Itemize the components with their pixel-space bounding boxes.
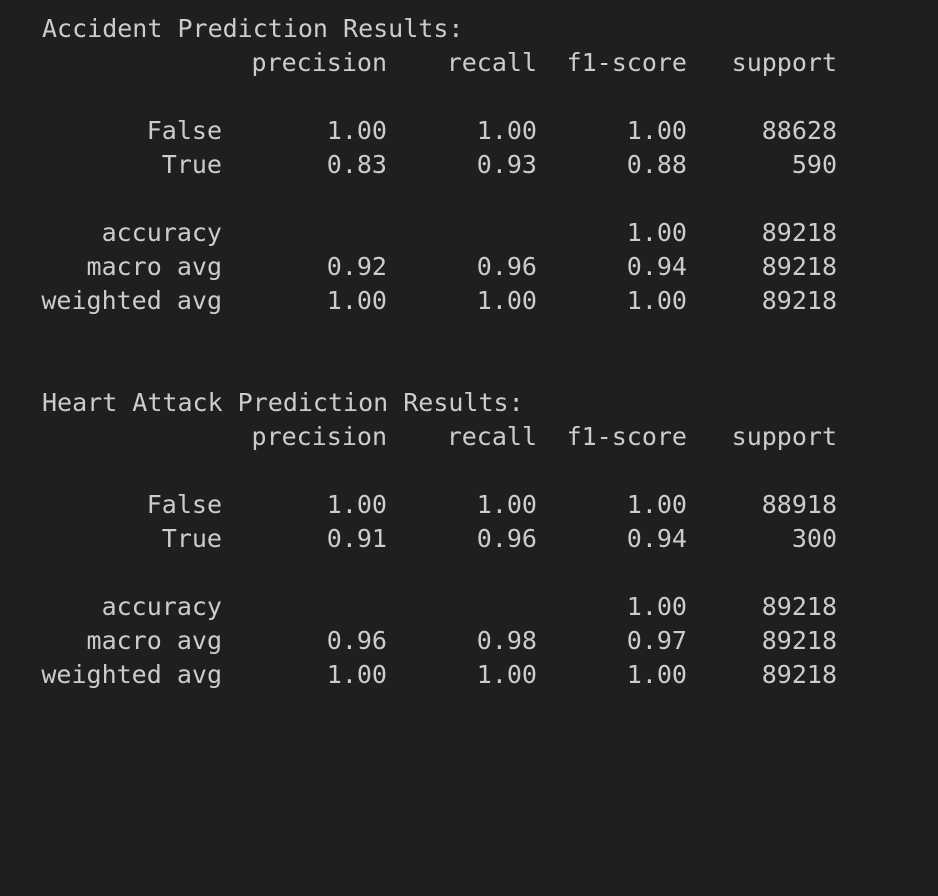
- section-title-text: Accident Prediction Results:: [42, 14, 464, 43]
- row-precision: 0.92: [326, 252, 387, 281]
- row-label: True: [161, 524, 222, 553]
- summary-row: accuracy 1.00 89218: [42, 216, 902, 250]
- header-row: precision recall f1-score support: [42, 46, 902, 80]
- class-row: False 1.00 1.00 1.00 88628: [42, 114, 902, 148]
- row-recall: 1.00: [476, 286, 537, 315]
- header-f1-score: f1-score: [566, 48, 687, 77]
- row-f1-score: 0.94: [626, 524, 687, 553]
- row-precision: 1.00: [326, 490, 387, 519]
- row-f1-score: 0.88: [626, 150, 687, 179]
- row-support: 89218: [761, 660, 837, 689]
- row-label: accuracy: [101, 218, 222, 247]
- row-recall: 1.00: [476, 116, 537, 145]
- row-f1-score: 1.00: [626, 218, 687, 247]
- row-precision: 0.96: [326, 626, 387, 655]
- summary-row: accuracy 1.00 89218: [42, 590, 902, 624]
- row-support: 88918: [761, 490, 837, 519]
- summary-row: macro avg 0.92 0.96 0.94 89218: [42, 250, 902, 284]
- row-f1-score: 0.97: [626, 626, 687, 655]
- header-support: support: [731, 422, 837, 451]
- row-support: 89218: [761, 218, 837, 247]
- row-support: 89218: [761, 252, 837, 281]
- header-f1-score: f1-score: [566, 422, 687, 451]
- row-label: False: [146, 490, 222, 519]
- summary-row: weighted avg 1.00 1.00 1.00 89218: [41, 658, 902, 692]
- row-support: 300: [791, 524, 837, 553]
- row-label: accuracy: [101, 592, 222, 621]
- row-label: False: [146, 116, 222, 145]
- row-recall: 0.93: [476, 150, 537, 179]
- terminal-output: Accident Prediction Results: precision r…: [41, 12, 902, 692]
- row-precision: 1.00: [326, 286, 387, 315]
- row-support: 89218: [761, 286, 837, 315]
- header-precision: precision: [251, 422, 387, 451]
- section-title: Accident Prediction Results:: [42, 12, 902, 46]
- row-support: 89218: [761, 592, 837, 621]
- row-support: 89218: [761, 626, 837, 655]
- row-label: macro avg: [86, 626, 222, 655]
- row-f1-score: 1.00: [626, 490, 687, 519]
- row-label: True: [161, 150, 222, 179]
- row-f1-score: 1.00: [626, 660, 687, 689]
- row-recall: 0.98: [476, 626, 537, 655]
- row-label: weighted avg: [41, 660, 222, 689]
- row-precision: 0.91: [326, 524, 387, 553]
- row-precision: 0.83: [326, 150, 387, 179]
- row-recall: 0.96: [476, 524, 537, 553]
- header-recall: recall: [446, 422, 537, 451]
- row-f1-score: 1.00: [626, 286, 687, 315]
- section-title: Heart Attack Prediction Results:: [42, 386, 902, 420]
- header-precision: precision: [251, 48, 387, 77]
- row-support: 590: [791, 150, 837, 179]
- class-row: False 1.00 1.00 1.00 88918: [42, 488, 902, 522]
- section-title-text: Heart Attack Prediction Results:: [42, 388, 524, 417]
- row-f1-score: 1.00: [626, 592, 687, 621]
- row-label: weighted avg: [41, 286, 222, 315]
- summary-row: macro avg 0.96 0.98 0.97 89218: [42, 624, 902, 658]
- row-recall: 0.96: [476, 252, 537, 281]
- row-recall: 1.00: [476, 660, 537, 689]
- row-f1-score: 0.94: [626, 252, 687, 281]
- header-recall: recall: [446, 48, 537, 77]
- row-label: macro avg: [86, 252, 222, 281]
- class-row: True 0.91 0.96 0.94 300: [42, 522, 902, 556]
- header-support: support: [731, 48, 837, 77]
- row-precision: 1.00: [326, 660, 387, 689]
- row-f1-score: 1.00: [626, 116, 687, 145]
- row-recall: 1.00: [476, 490, 537, 519]
- row-support: 88628: [761, 116, 837, 145]
- class-row: True 0.83 0.93 0.88 590: [42, 148, 902, 182]
- summary-row: weighted avg 1.00 1.00 1.00 89218: [41, 284, 902, 318]
- header-row: precision recall f1-score support: [42, 420, 902, 454]
- row-precision: 1.00: [326, 116, 387, 145]
